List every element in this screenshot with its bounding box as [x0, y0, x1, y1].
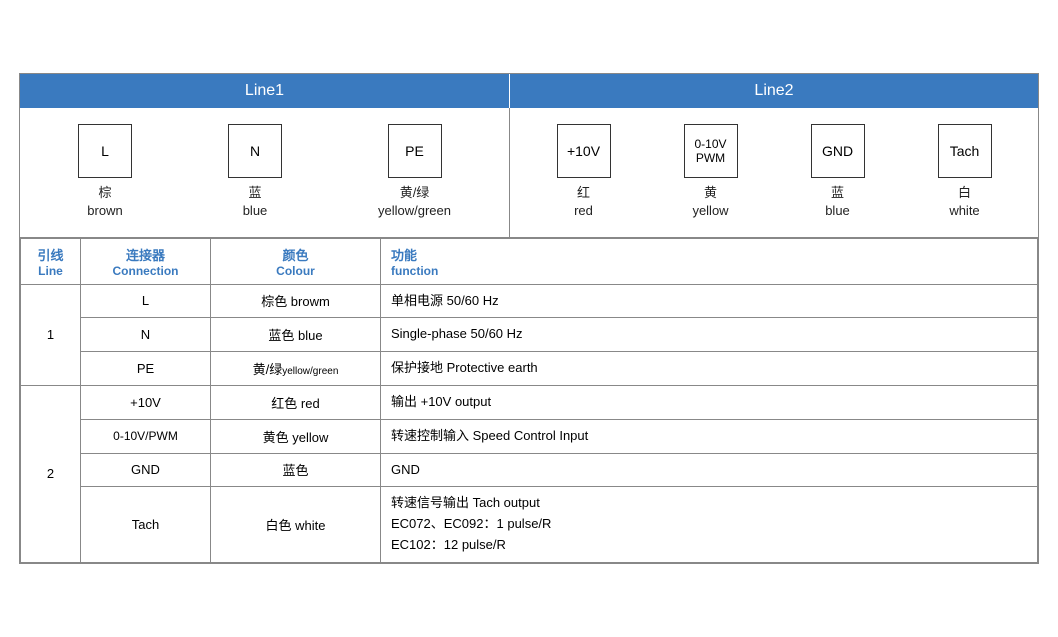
connector-tach: Tach 白white	[938, 124, 992, 220]
conn-PE-cell: PE	[81, 352, 211, 386]
color-gnd-cell: 蓝色	[211, 453, 381, 487]
connector-gnd: GND 蓝blue	[811, 124, 865, 220]
table-row: GND 蓝色 GND	[21, 453, 1038, 487]
icons-row: L 棕brown N 蓝blue PE 黄/绿yellow/green +10V…	[20, 108, 1038, 237]
table-row: PE 黄/绿yellow/green 保护接地 Protective earth	[21, 352, 1038, 386]
connector-label-tach: 白white	[949, 184, 979, 220]
table-header-row: 引线 Line 连接器 Connection 颜色 Colour 功能 func…	[21, 238, 1038, 284]
connector-box-PE: PE	[388, 124, 442, 178]
func-10v-cell: 输出 +10V output	[381, 385, 1038, 419]
connector-label-gnd: 蓝blue	[825, 184, 850, 220]
connector-L: L 棕brown	[78, 124, 132, 220]
color-PE-cell: 黄/绿yellow/green	[211, 352, 381, 386]
table-body: 1 L 棕色 browm 单相电源 50/60 Hz N 蓝色 blue Sin…	[21, 284, 1038, 562]
conn-10v-cell: +10V	[81, 385, 211, 419]
conn-L-cell: L	[81, 284, 211, 318]
line2-cell: 2	[21, 385, 81, 562]
table-row: Tach 白色 white 转速信号输出 Tach output EC072、E…	[21, 487, 1038, 562]
connector-box-gnd: GND	[811, 124, 865, 178]
info-table: 引线 Line 连接器 Connection 颜色 Colour 功能 func…	[20, 238, 1038, 563]
main-container: Line1 Line2 L 棕brown N 蓝blue PE 黄/绿yello…	[19, 73, 1039, 564]
conn-N-cell: N	[81, 318, 211, 352]
th-colour: 颜色 Colour	[211, 238, 381, 284]
th-func-zh: 功能	[391, 245, 1027, 264]
table-row: N 蓝色 blue Single-phase 50/60 Hz	[21, 318, 1038, 352]
th-conn-zh: 连接器	[91, 245, 200, 264]
th-line: 引线 Line	[21, 238, 81, 284]
header-row: Line1 Line2	[20, 74, 1038, 108]
table-row: 0-10V/PWM 黄色 yellow 转速控制输入 Speed Control…	[21, 419, 1038, 453]
pe-color-sub: yellow/green	[282, 366, 338, 377]
th-conn-en: Connection	[91, 264, 200, 278]
connector-pwm: 0-10VPWM 黄yellow	[684, 124, 738, 220]
connector-10v: +10V 红red	[557, 124, 611, 220]
func-pwm-cell: 转速控制输入 Speed Control Input	[381, 419, 1038, 453]
table-row: 2 +10V 红色 red 输出 +10V output	[21, 385, 1038, 419]
color-10v-cell: 红色 red	[211, 385, 381, 419]
connector-box-pwm: 0-10VPWM	[684, 124, 738, 178]
th-line-en: Line	[31, 264, 70, 278]
func-gnd-cell: GND	[381, 453, 1038, 487]
connector-label-10v: 红red	[574, 184, 593, 220]
connector-N: N 蓝blue	[228, 124, 282, 220]
connector-label-N: 蓝blue	[243, 184, 268, 220]
color-N-cell: 蓝色 blue	[211, 318, 381, 352]
connector-box-10v: +10V	[557, 124, 611, 178]
connector-label-PE: 黄/绿yellow/green	[378, 184, 451, 220]
connector-box-L: L	[78, 124, 132, 178]
line1-cell: 1	[21, 284, 81, 385]
table-row: 1 L 棕色 browm 单相电源 50/60 Hz	[21, 284, 1038, 318]
func-tach-cell: 转速信号输出 Tach output EC072、EC092：1 pulse/R…	[381, 487, 1038, 562]
icons-line2: +10V 红red 0-10VPWM 黄yellow GND 蓝blue Tac…	[510, 108, 1038, 236]
th-connection: 连接器 Connection	[81, 238, 211, 284]
th-func-en: function	[391, 264, 1027, 278]
conn-tach-cell: Tach	[81, 487, 211, 562]
color-L-cell: 棕色 browm	[211, 284, 381, 318]
th-line-zh: 引线	[31, 245, 70, 264]
connector-box-N: N	[228, 124, 282, 178]
connector-box-tach: Tach	[938, 124, 992, 178]
header-line2: Line2	[510, 74, 1038, 108]
th-function: 功能 function	[381, 238, 1038, 284]
color-tach-cell: 白色 white	[211, 487, 381, 562]
conn-pwm-cell: 0-10V/PWM	[81, 419, 211, 453]
icons-line1: L 棕brown N 蓝blue PE 黄/绿yellow/green	[20, 108, 510, 236]
func-PE-cell: 保护接地 Protective earth	[381, 352, 1038, 386]
th-color-en: Colour	[221, 264, 370, 278]
color-pwm-cell: 黄色 yellow	[211, 419, 381, 453]
th-color-zh: 颜色	[221, 245, 370, 264]
func-L-cell: 单相电源 50/60 Hz	[381, 284, 1038, 318]
conn-gnd-cell: GND	[81, 453, 211, 487]
connector-label-pwm: 黄yellow	[692, 184, 728, 220]
header-line1: Line1	[20, 74, 510, 108]
connector-label-L: 棕brown	[87, 184, 122, 220]
func-N-cell: Single-phase 50/60 Hz	[381, 318, 1038, 352]
connector-PE: PE 黄/绿yellow/green	[378, 124, 451, 220]
